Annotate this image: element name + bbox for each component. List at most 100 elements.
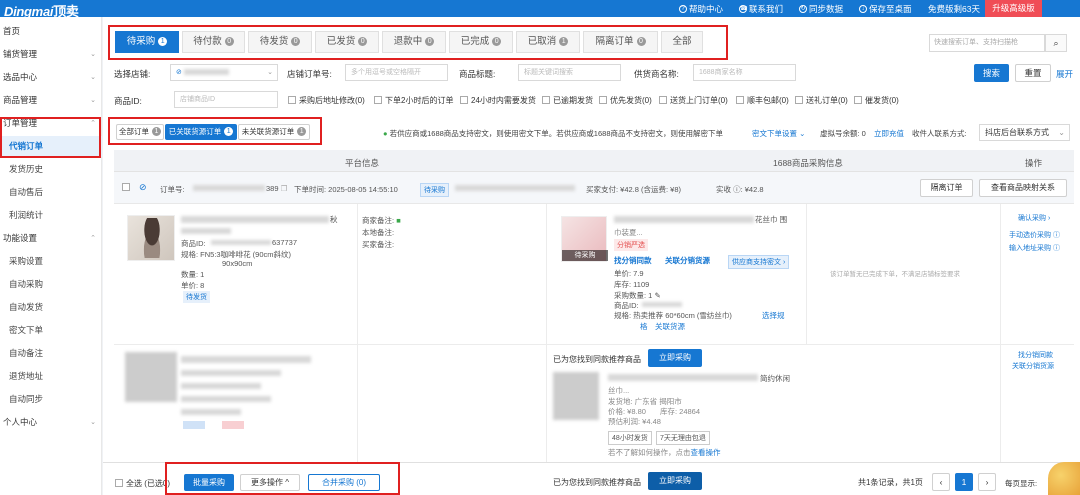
sidebar-item[interactable]: 个人中心 ⌄: [0, 412, 102, 433]
sidebar-item[interactable]: 自动售后: [0, 182, 102, 203]
sidebar-item[interactable]: 自动备注: [0, 343, 102, 364]
tab-isolated[interactable]: 隔离订单 0: [583, 31, 658, 53]
prev-page-button[interactable]: ‹: [932, 473, 950, 491]
product-image[interactable]: [127, 215, 175, 261]
source-image[interactable]: 待采购: [561, 216, 608, 262]
subtab-linked-orders[interactable]: 已关联货源订单 1: [165, 124, 237, 140]
cipher-settings-link[interactable]: 密文下单设置 ⌄: [752, 128, 805, 139]
subtab-unlinked-orders[interactable]: 未关联货源订单 1: [238, 124, 310, 140]
manual-price-link[interactable]: 手动选价采购 ⓘ: [1009, 230, 1060, 240]
more-actions-button[interactable]: 更多操作 ^: [240, 474, 300, 491]
contact-label: 收件人联系方式:: [912, 129, 967, 138]
chevron-icon: ⌃: [90, 120, 96, 127]
help-center-link[interactable]: ? 帮助中心: [679, 3, 723, 15]
found-recommend: 已为您找到同款推荐商品: [553, 355, 641, 364]
tab-shipped[interactable]: 已发货 0: [315, 31, 379, 53]
save-desktop-link[interactable]: ↓ 保存至桌面: [859, 3, 912, 15]
tab-completed[interactable]: 已完成 0: [449, 31, 513, 53]
sidebar-item[interactable]: 自动采购: [0, 274, 102, 295]
sidebar-item[interactable]: 自动同步: [0, 389, 102, 410]
contact-us-link[interactable]: ☎ 联系我们: [739, 3, 783, 15]
source-title-tail: 花丝巾 围: [755, 215, 788, 224]
relink-source-link[interactable]: 关联货源: [655, 321, 685, 332]
checkbox-priority[interactable]: 优先发货(0): [599, 95, 652, 106]
encrypted-tag[interactable]: 供应商支持密文 ›: [728, 255, 790, 269]
page-1-button[interactable]: 1: [955, 473, 973, 491]
sidebar-item[interactable]: 选品中心 ⌄: [0, 67, 102, 88]
order-checkbox[interactable]: [122, 183, 133, 192]
tab-pending-purchase[interactable]: 待采购 1: [115, 31, 179, 53]
checkbox-gift[interactable]: 送礼订单(0): [795, 95, 848, 106]
sidebar-item[interactable]: 商品管理 ⌄: [0, 90, 102, 111]
search-button[interactable]: 搜索: [974, 64, 1009, 82]
sidebar-item[interactable]: 铺货管理 ⌄: [0, 44, 102, 65]
view-mapping-button[interactable]: 查看商品映射关系: [979, 179, 1067, 197]
sidebar-item[interactable]: 退货地址: [0, 366, 102, 387]
help-link[interactable]: 查看操作: [691, 448, 721, 457]
sidebar-item[interactable]: 首页: [0, 21, 102, 42]
help-icon: ?: [679, 5, 687, 13]
find-same-link[interactable]: 找分销同款: [614, 255, 652, 266]
checkbox-24h-ship[interactable]: 24小时内需要发货: [460, 95, 536, 106]
expand-link[interactable]: 展开: [1056, 68, 1073, 80]
title-input[interactable]: 标题关键词搜索: [518, 64, 621, 81]
order-no-label: 店铺订单号:: [287, 69, 332, 79]
supplier-input[interactable]: 1688商家名称: [693, 64, 796, 81]
select-spec-cont[interactable]: 格: [640, 321, 648, 332]
order-no-label-row: 订单号:: [160, 185, 185, 194]
checkbox-overdue[interactable]: 已逾期发货: [542, 95, 593, 106]
checkbox-2h-after[interactable]: 下单2小时后的订单: [374, 95, 453, 106]
order-status-badge: 待采购: [420, 183, 449, 197]
upgrade-button[interactable]: 升级高级版: [985, 0, 1042, 17]
tab-pending-payment[interactable]: 待付款 0: [182, 31, 245, 53]
chevron-icon: ⌄: [90, 74, 96, 81]
find-same-link-2[interactable]: 找分销同款: [1018, 350, 1053, 360]
confirm-purchase-link[interactable]: 确认采购 ›: [1018, 213, 1050, 223]
select-all-checkbox[interactable]: 全选 (已选0): [115, 478, 170, 489]
download-icon: ↓: [859, 5, 867, 13]
tab-refunding[interactable]: 退款中 0: [382, 31, 446, 53]
sync-data-link[interactable]: ↻ 同步数据: [799, 3, 843, 15]
assistant-avatar-icon[interactable]: [1048, 462, 1080, 495]
order-no-input[interactable]: 多个用逗号或空格隔开: [345, 64, 448, 81]
tab-cancelled[interactable]: 已取消 1: [516, 31, 580, 53]
sidebar-item[interactable]: 自动发货: [0, 297, 102, 318]
select-spec-link[interactable]: 选择规: [762, 310, 785, 321]
checkbox-door-delivery[interactable]: 送货上门订单(0): [659, 95, 728, 106]
subtab-all-orders[interactable]: 全部订单 1: [116, 124, 164, 140]
search-icon[interactable]: ⌕: [1045, 34, 1067, 52]
item-id-input[interactable]: 店铺商品ID: [174, 91, 278, 108]
sidebar-item[interactable]: 代销订单: [0, 136, 102, 157]
sidebar-item[interactable]: 利润统计: [0, 205, 102, 226]
link-source-link-2[interactable]: 关联分销货源: [1012, 361, 1054, 371]
tab-all[interactable]: 全部: [661, 31, 703, 53]
found-recommend-2: 已为您找到同款推荐商品: [553, 478, 641, 487]
checkbox-urge-ship[interactable]: 催发货(0): [854, 95, 899, 106]
isolate-order-button[interactable]: 隔离订单: [920, 179, 973, 197]
address-purchase-link[interactable]: 输入地址采购 ⓘ: [1009, 243, 1060, 253]
link-source-link[interactable]: 关联分销货源: [665, 255, 710, 266]
source-title2: 巾装夏...: [614, 228, 643, 237]
recommend-title2: 丝巾...: [608, 386, 630, 395]
product-qty: 数量: 1: [181, 270, 205, 279]
checkbox-address-modified[interactable]: 采购后地址修改(0): [288, 95, 365, 106]
tab-pending-ship[interactable]: 待发货 0: [248, 31, 312, 53]
sidebar-item[interactable]: 密文下单: [0, 320, 102, 341]
buy-now-button-2[interactable]: 立即采购: [648, 472, 702, 490]
sidebar-item[interactable]: 功能设置 ⌃: [0, 228, 102, 249]
batch-purchase-button[interactable]: 批量采购: [184, 474, 234, 491]
shop-select[interactable]: ⊘ ⌄: [170, 64, 278, 81]
chevron-icon: ⌄: [90, 419, 96, 426]
next-page-button[interactable]: ›: [978, 473, 996, 491]
recharge-link[interactable]: 立即充值: [874, 128, 904, 139]
buy-now-button[interactable]: 立即采购: [648, 349, 702, 367]
reset-button[interactable]: 重置: [1015, 64, 1051, 82]
merge-purchase-button[interactable]: 合并采购 (0): [308, 474, 380, 491]
item-id-label: 商品ID:: [114, 96, 142, 106]
quick-search-input[interactable]: 快速搜索订单、支持扫描枪: [929, 34, 1045, 52]
checkbox-sf-free[interactable]: 顺丰包邮(0): [736, 95, 789, 106]
sidebar-item[interactable]: 发货历史: [0, 159, 102, 180]
sidebar-item[interactable]: 采购设置: [0, 251, 102, 272]
sidebar-item[interactable]: 订单管理 ⌃: [0, 113, 102, 134]
contact-select[interactable]: 抖店后台联系方式 ⌄: [979, 124, 1070, 141]
